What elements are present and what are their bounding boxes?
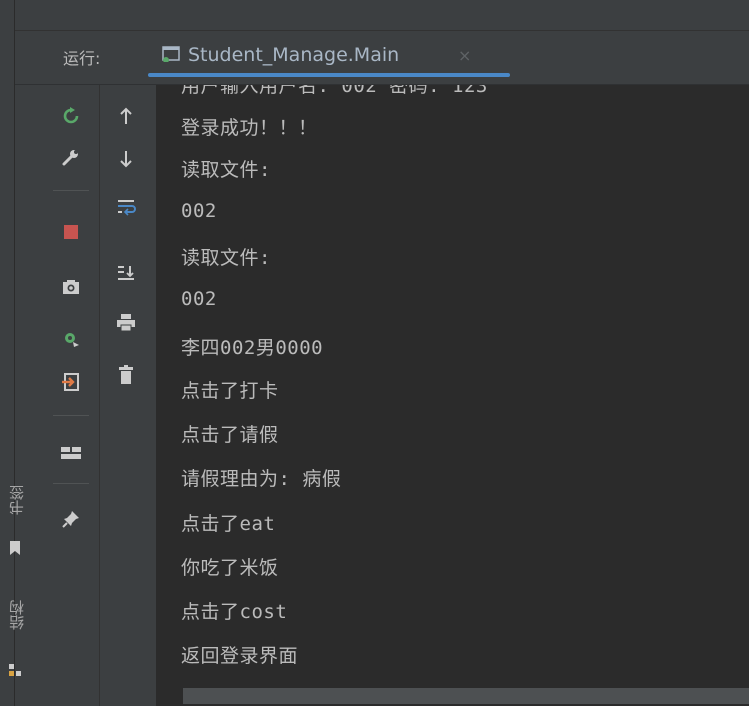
soft-wrap-button[interactable]	[112, 193, 140, 221]
arrow-up-icon	[120, 107, 132, 124]
scrollbar-thumb[interactable]	[183, 688, 749, 704]
bookmarks-side-tab[interactable]: 书签	[6, 485, 26, 515]
wrench-icon	[62, 150, 78, 166]
console-line: 你吃了米饭	[181, 557, 279, 579]
console-line: 002	[181, 288, 217, 310]
console-line: 点击了打卡	[181, 380, 279, 402]
debug-button[interactable]	[57, 325, 85, 353]
pin-tab-button[interactable]	[57, 505, 85, 533]
console-line-partial: 用户输入用户名: 002 密码: 123	[181, 85, 488, 97]
run-tabbar: 运行: Student_Manage.Main ×	[15, 31, 749, 85]
scroll-up-button[interactable]	[112, 102, 140, 130]
tab-student-manage-main[interactable]: Student_Manage.Main ×	[148, 39, 510, 77]
arrow-down-icon	[120, 151, 132, 168]
run-label: 运行:	[63, 49, 101, 68]
debug-gear-icon	[65, 333, 79, 347]
active-tab-indicator	[148, 73, 510, 77]
trash-icon	[119, 365, 133, 384]
scroll-down-button[interactable]	[112, 145, 140, 173]
layout-button[interactable]	[57, 439, 85, 467]
camera-icon	[63, 280, 79, 294]
soft-wrap-icon	[118, 200, 136, 216]
tab-close-icon[interactable]: ×	[458, 46, 471, 65]
pin-icon	[62, 511, 79, 528]
console-line: 请假理由为: 病假	[181, 468, 342, 490]
tab-title: Student_Manage.Main	[188, 44, 400, 66]
settings-button[interactable]	[57, 143, 85, 171]
console-tab-icon	[162, 46, 180, 62]
console-line: 登录成功！！！	[181, 117, 318, 139]
console-output[interactable]: 用户输入用户名: 002 密码: 123 登录成功！！！ 读取文件: 002 读…	[157, 85, 749, 686]
bookmark-icon	[10, 541, 20, 555]
scroll-to-end-icon	[118, 266, 134, 280]
stop-icon	[64, 225, 78, 239]
login-icon	[62, 373, 79, 391]
print-button[interactable]	[112, 309, 140, 337]
structure-side-tab[interactable]: 结构	[6, 600, 26, 630]
horizontal-scrollbar[interactable]	[157, 686, 749, 706]
console-line: 读取文件:	[181, 159, 271, 181]
exit-button[interactable]	[57, 368, 85, 396]
run-tool-window: 运行: Student_Manage.Main × 书签 结构 用户输入用户名:…	[0, 0, 749, 706]
stop-button[interactable]	[57, 218, 85, 246]
console-line: 点击了eat	[181, 513, 276, 535]
toolbar-separator	[53, 483, 89, 484]
print-icon	[117, 314, 135, 332]
layout-icon	[61, 447, 81, 459]
toolbar-separator	[53, 190, 89, 191]
rerun-icon	[63, 107, 79, 124]
rerun-button[interactable]	[57, 102, 85, 130]
structure-icon	[9, 664, 21, 676]
console-line: 李四002男0000	[181, 337, 324, 359]
console-line: 读取文件:	[181, 247, 271, 269]
toolbar-separator	[53, 415, 89, 416]
console-line: 点击了cost	[181, 601, 288, 623]
top-band	[15, 0, 749, 31]
run-toolbar-primary	[43, 85, 100, 706]
side-tool-labels: 书签 结构	[0, 85, 42, 706]
console-line: 返回登录界面	[181, 645, 299, 667]
console-line: 002	[181, 200, 217, 222]
scroll-to-end-button[interactable]	[112, 259, 140, 287]
dump-threads-button[interactable]	[57, 273, 85, 301]
run-toolbar-secondary	[100, 85, 157, 706]
clear-all-button[interactable]	[112, 361, 140, 389]
console-line: 点击了请假	[181, 424, 279, 446]
